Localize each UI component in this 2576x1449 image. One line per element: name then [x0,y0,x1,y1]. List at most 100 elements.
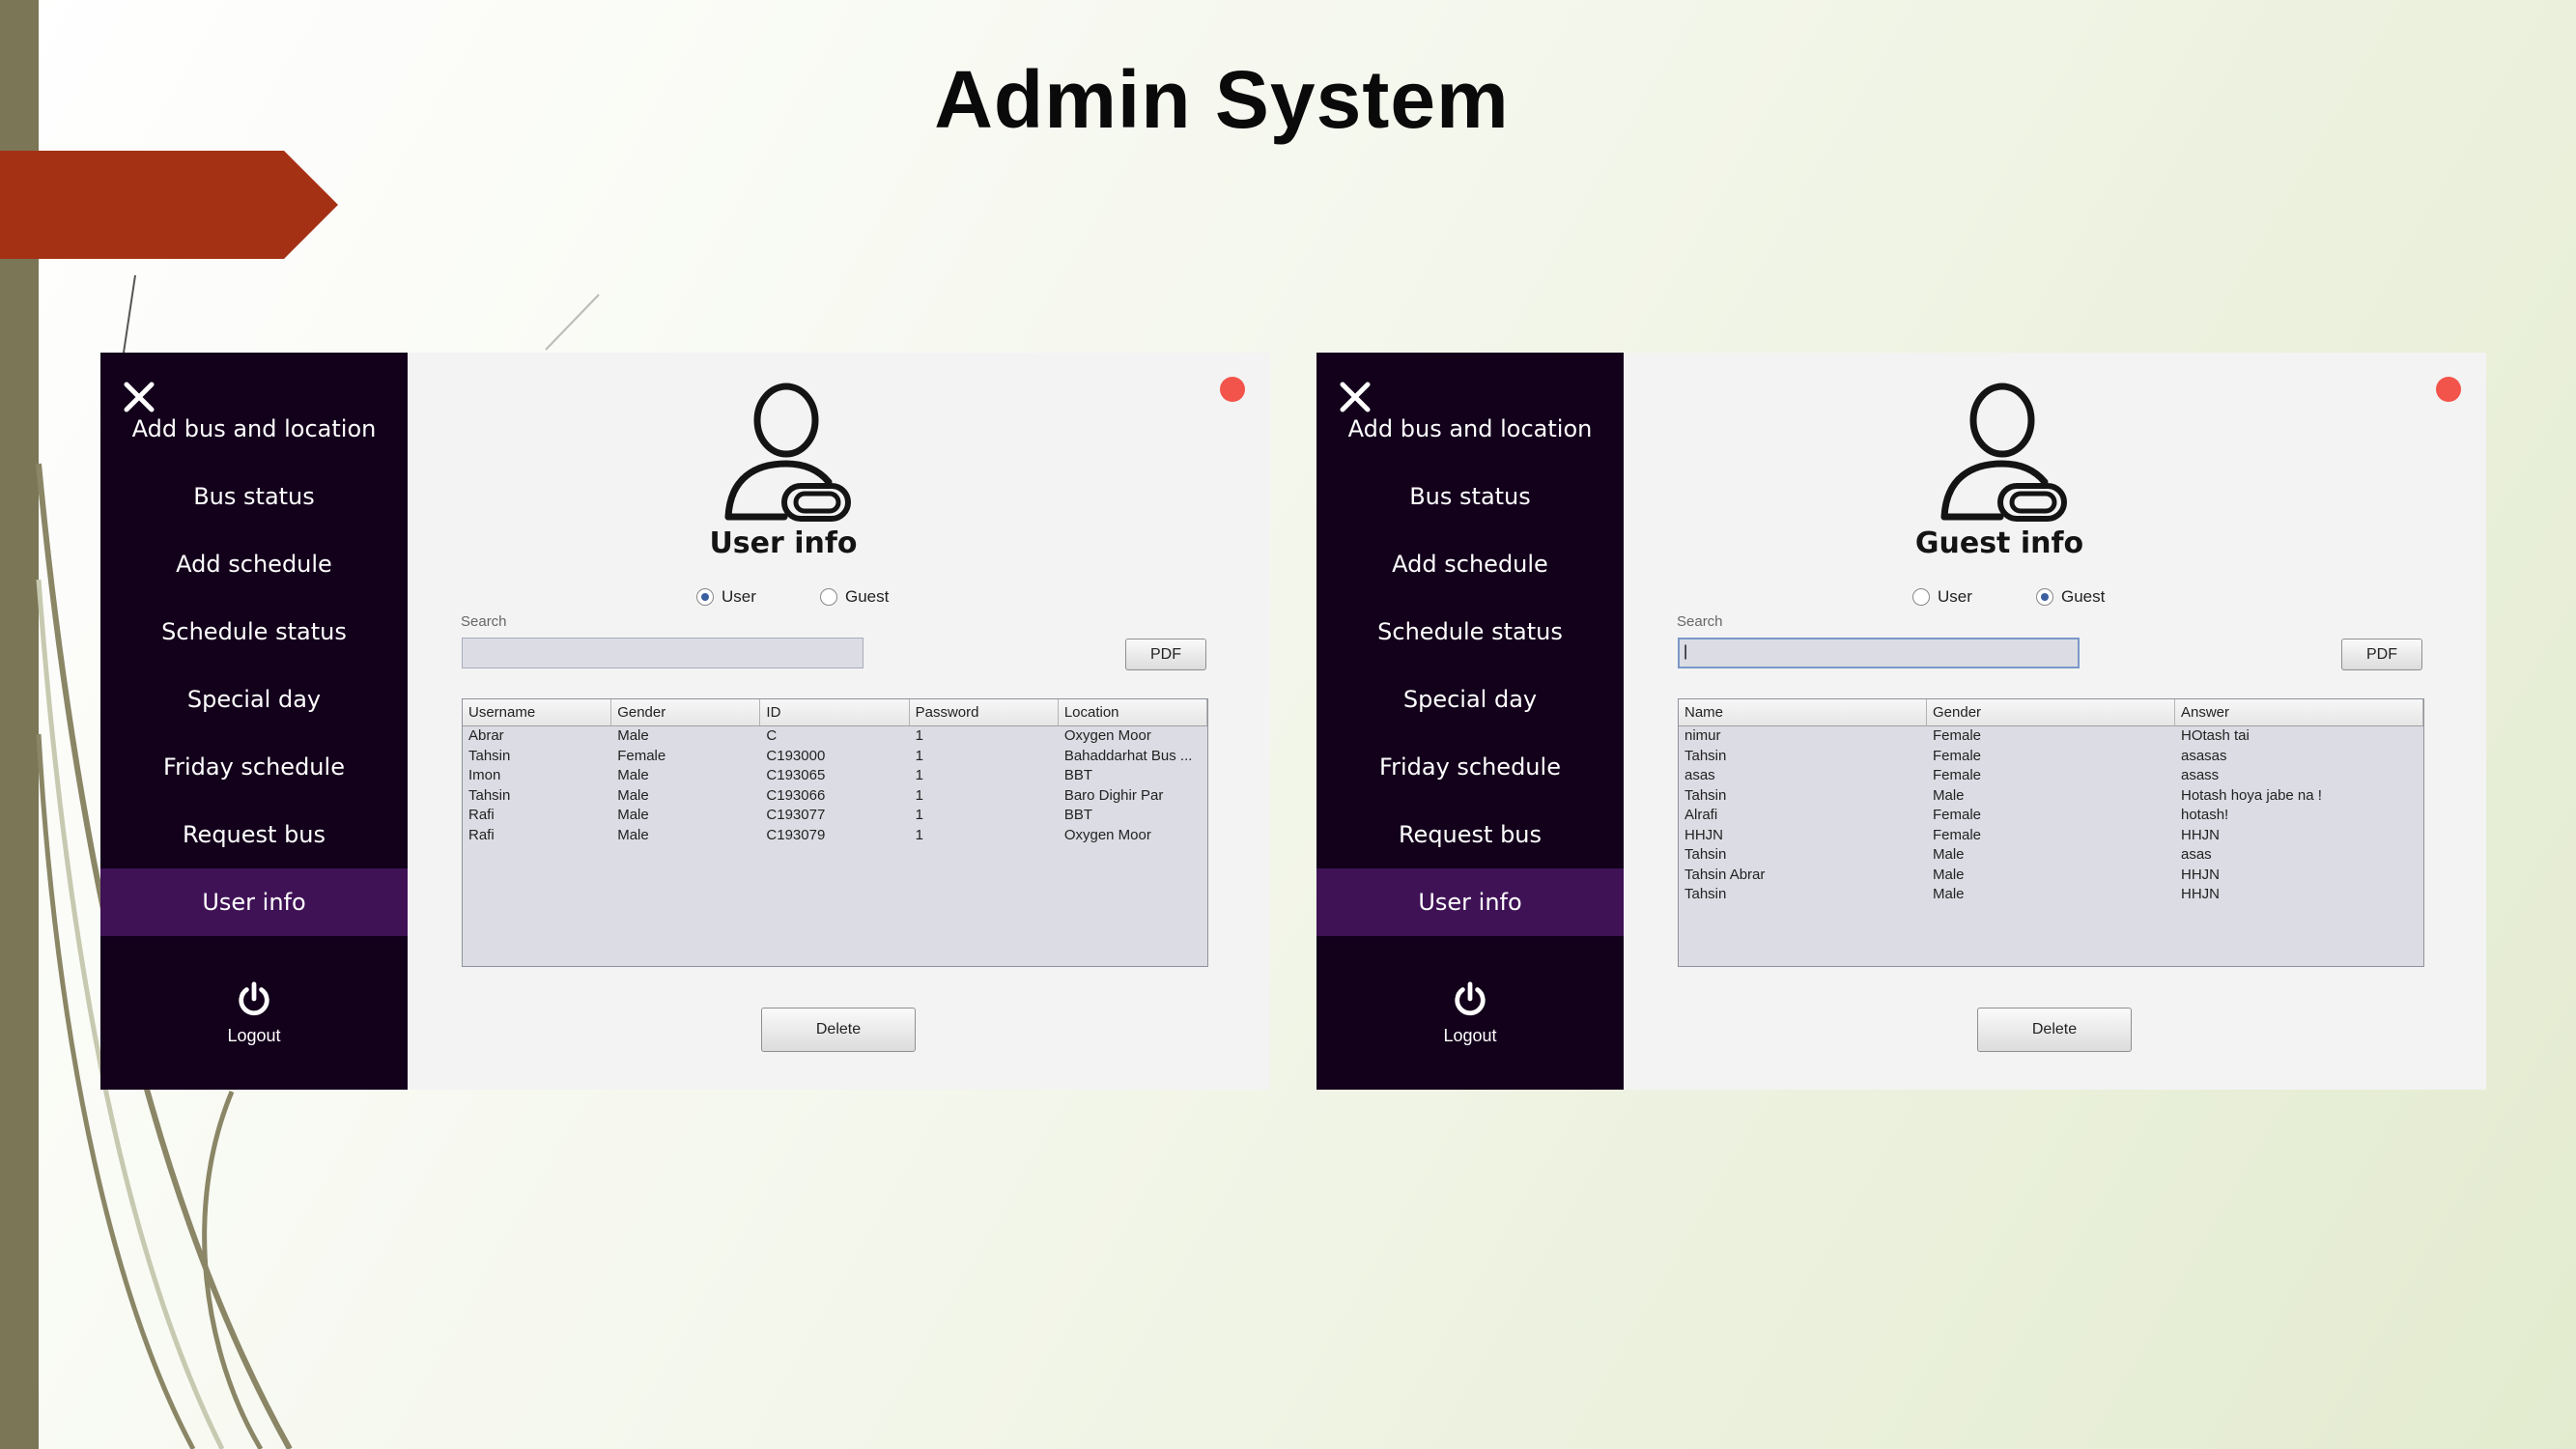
search-input[interactable] [462,638,863,668]
table-cell: Imon [468,767,501,783]
data-table[interactable]: Name Gender Answer nimur Female HOtash tai Tah… [1678,698,2424,967]
table-cell: 1 [915,826,923,843]
radio-guest-label: Guest [2061,587,2106,606]
content-area: Guest info User Guest Search | PDF Name G… [1624,353,2486,1090]
sidebar: Add bus and location Bus status Add schedu… [100,353,408,1090]
table-cell: Male [617,826,649,843]
radio-guest-label: Guest [845,587,890,606]
radio-user[interactable]: User [696,587,756,607]
table-row[interactable]: Alrafi Female hotash! [1679,806,2423,826]
table-cell: Tahsin [1684,786,1727,804]
table-cell: C193000 [766,747,826,764]
table-row[interactable]: asas Female asass [1679,766,2423,786]
sidebar-item-bus-status[interactable]: Bus status [100,463,408,530]
sidebar-item-user-info[interactable]: User info [100,868,408,936]
search-input[interactable]: | [1678,638,2080,668]
sidebar-item-request-bus[interactable]: Request bus [1316,801,1624,868]
radio-guest-indicator[interactable] [2036,588,2053,606]
close-dot-icon[interactable] [2436,377,2461,402]
radio-user[interactable]: User [1912,587,1972,607]
table-cell: BBT [1063,807,1092,823]
table-cell: Tahsin [1684,886,1727,902]
table-row[interactable]: Tahsin Abrar Male HHJN [1679,866,2423,886]
table-cell: Female [1933,826,1982,843]
table-cell: Female [1933,807,1982,823]
logout-label: Logout [227,1026,281,1045]
table-row[interactable]: Tahsin Male Hotash hoya jabe na ! [1679,786,2423,807]
table-row[interactable]: Tahsin Male HHJN [1679,885,2423,905]
table-cell: Rafi [468,807,495,823]
table-cell: C193066 [766,786,826,804]
sidebar-item-friday-schedule[interactable]: Friday schedule [1316,733,1624,801]
table-cell: asasas [2181,747,2227,764]
table-cell: Male [1933,846,1965,863]
table-cell: 1 [915,727,923,744]
sidebar-item-add-schedule[interactable]: Add schedule [1316,530,1624,598]
table-header: Username Gender ID Password Location [463,699,1207,726]
delete-button[interactable]: Delete [761,1008,916,1052]
logout-button[interactable]: Logout [1316,980,1624,1046]
table-cell: Oxygen Moor [1063,826,1151,843]
table-row[interactable]: Tahsin Male asas [1679,845,2423,866]
column-header[interactable]: Name [1679,699,1927,725]
table-cell: Tahsin [1684,747,1727,764]
table-cell: HOtash tai [2181,727,2250,744]
radio-guest[interactable]: Guest [2036,587,2105,607]
table-cell: HHJN [1684,826,1723,843]
user-avatar-icon [1933,382,2068,525]
table-cell: Rafi [468,826,495,843]
column-header[interactable]: Password [910,699,1059,725]
column-header[interactable]: Gender [1927,699,2175,725]
table-cell: Male [617,727,649,744]
sidebar-item-add-schedule[interactable]: Add schedule [100,530,408,598]
logout-label: Logout [1443,1026,1497,1045]
data-table[interactable]: Username Gender ID Password Location Abrar Mal… [462,698,1208,967]
delete-button[interactable]: Delete [1977,1008,2132,1052]
table-row[interactable]: Rafi Male C193077 1 BBT [463,806,1207,826]
table-row[interactable]: Tahsin Female asasas [1679,747,2423,767]
sidebar-item-schedule-status[interactable]: Schedule status [100,598,408,666]
table-cell: Male [1933,886,1965,902]
close-dot-icon[interactable] [1220,377,1245,402]
radio-user-label: User [1938,587,1972,606]
content-area: User info User Guest Search PDF Username… [408,353,1270,1090]
sidebar-item-special-day[interactable]: Special day [100,666,408,733]
radio-guest-indicator[interactable] [820,588,837,606]
column-header[interactable]: Gender [611,699,761,725]
sidebar-item-add-bus-and-location[interactable]: Add bus and location [1316,395,1624,463]
sidebar-item-friday-schedule[interactable]: Friday schedule [100,733,408,801]
table-cell: 1 [915,807,923,823]
table-cell: Hotash hoya jabe na ! [2181,786,2322,804]
radio-user-indicator[interactable] [696,588,714,606]
sidebar-item-user-info[interactable]: User info [1316,868,1624,936]
pdf-button[interactable]: PDF [1125,639,1206,670]
column-header[interactable]: Answer [2175,699,2423,725]
table-row[interactable]: Abrar Male C 1 Oxygen Moor [463,726,1207,747]
guest-info-window: Add bus and location Bus status Add schedu… [1316,353,2486,1090]
table-row[interactable]: HHJN Female HHJN [1679,826,2423,846]
table-cell: Male [1933,866,1965,883]
sidebar-item-schedule-status[interactable]: Schedule status [1316,598,1624,666]
radio-guest[interactable]: Guest [820,587,889,607]
sidebar-item-bus-status[interactable]: Bus status [1316,463,1624,530]
table-row[interactable]: Rafi Male C193079 1 Oxygen Moor [463,826,1207,846]
search-label: Search [461,613,507,630]
table-row[interactable]: Tahsin Male C193066 1 Baro Dighir Par [463,786,1207,807]
pdf-button[interactable]: PDF [2341,639,2422,670]
column-header[interactable]: Username [463,699,612,725]
table-row[interactable]: Imon Male C193065 1 BBT [463,766,1207,786]
sidebar-item-request-bus[interactable]: Request bus [100,801,408,868]
radio-user-indicator[interactable] [1912,588,1930,606]
column-header[interactable]: Location [1059,699,1207,725]
slide-title: Admin System [934,54,1510,145]
sidebar-item-special-day[interactable]: Special day [1316,666,1624,733]
column-header[interactable]: ID [760,699,910,725]
table-cell: Bahaddarhat Bus ... [1063,747,1193,764]
logout-button[interactable]: Logout [100,980,408,1046]
table-cell: Tahsin [1684,846,1727,863]
sidebar-item-add-bus-and-location[interactable]: Add bus and location [100,395,408,463]
table-row[interactable]: nimur Female HOtash tai [1679,726,2423,747]
table-cell: HHJN [2181,886,2220,902]
search-label: Search [1677,613,1723,630]
table-row[interactable]: Tahsin Female C193000 1 Bahaddarhat Bus ... [463,747,1207,767]
